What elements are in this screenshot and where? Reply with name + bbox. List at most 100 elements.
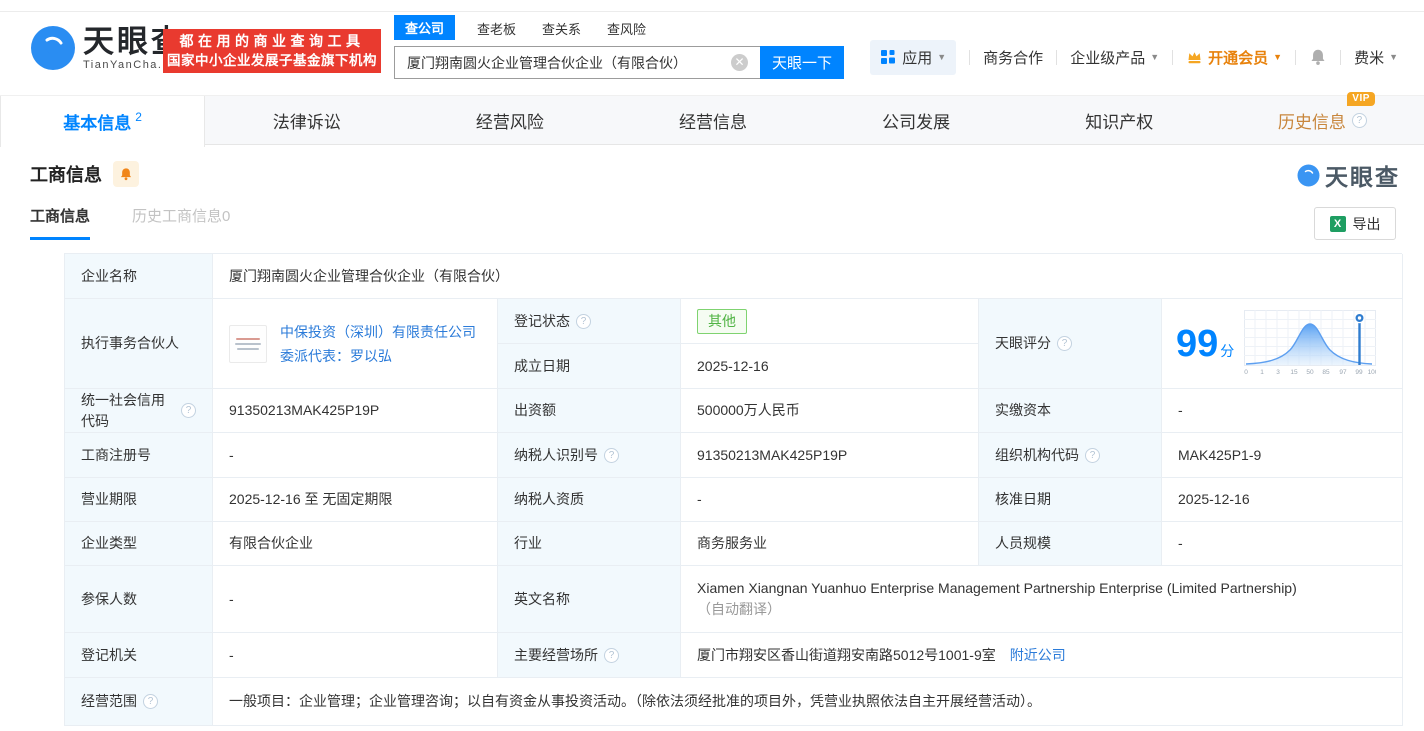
search-button[interactable]: 天眼一下 xyxy=(760,46,844,79)
field-credit-code-label: 统一社会信用代码 ? xyxy=(65,389,213,433)
partner-representative-link[interactable]: 委派代表：罗以弘 xyxy=(280,348,392,364)
score-distribution-chart: 0 1 3 15 50 85 97 99 100 xyxy=(1244,309,1377,376)
field-term-value: 2025-12-16 至 无固定期限 xyxy=(213,478,498,522)
partner-company-link[interactable]: 中保投资（深圳）有限责任公司 xyxy=(280,324,476,340)
tab-label: 经营风险 xyxy=(475,112,544,132)
field-taxpayer-quality-label: 纳税人资质 xyxy=(498,478,681,522)
clear-icon[interactable]: ✕ xyxy=(731,54,748,71)
field-company-name-label: 企业名称 xyxy=(65,254,213,299)
field-company-type-value: 有限合伙企业 xyxy=(213,522,498,566)
field-company-name-value: 厦门翔南圆火企业管理合伙企业（有限合伙） xyxy=(213,254,1403,299)
status-badge: 其他 xyxy=(697,308,747,334)
nav-open-vip[interactable]: 开通会员 ▼ xyxy=(1186,47,1282,68)
field-english-name-value: Xiamen Xiangnan Yuanhuo Enterprise Manag… xyxy=(681,566,1403,633)
svg-text:97: 97 xyxy=(1340,369,1348,376)
search-tab-risk[interactable]: 查风险 xyxy=(607,19,646,40)
search-tab-relation[interactable]: 查关系 xyxy=(542,19,581,40)
export-label: 导出 xyxy=(1352,215,1381,232)
divider xyxy=(1295,49,1297,65)
tab-label: 法律诉讼 xyxy=(272,112,341,132)
svg-text:0: 0 xyxy=(1244,369,1248,376)
tab-label: 基本信息 xyxy=(63,114,132,133)
field-reg-no-label: 工商注册号 xyxy=(65,433,213,478)
subtab-business-info[interactable]: 工商信息 xyxy=(30,205,91,240)
tab-operation-info[interactable]: 经营信息 xyxy=(611,96,814,144)
help-icon[interactable]: ? xyxy=(143,694,158,709)
field-company-type-label: 企业类型 xyxy=(65,522,213,566)
watermark-text: 天眼查 xyxy=(1325,164,1400,190)
apps-grid-icon xyxy=(881,50,896,64)
nearby-companies-link[interactable]: 附近公司 xyxy=(1010,645,1066,666)
company-tabs: 基本信息 2 法律诉讼 经营风险 经营信息 公司发展 知识产权 历史信息 VIP… xyxy=(0,91,1424,147)
help-icon[interactable]: ? xyxy=(1057,336,1072,351)
credit-code-label-text: 统一社会信用代码 xyxy=(81,391,165,429)
field-capital-value: 500000万人民币 xyxy=(681,389,979,433)
svg-text:50: 50 xyxy=(1307,369,1315,376)
chevron-down-icon: ▼ xyxy=(1150,52,1160,62)
help-icon[interactable]: ? xyxy=(181,403,196,418)
field-staff-size-value: - xyxy=(1162,522,1403,566)
field-score-value: 99 分 0 1 3 15 50 85 97 99 10 xyxy=(1162,299,1403,389)
monitor-bell-button[interactable] xyxy=(113,161,139,187)
field-industry-value: 商务服务业 xyxy=(681,522,979,566)
field-approve-date-label: 核准日期 xyxy=(979,478,1162,522)
svg-text:15: 15 xyxy=(1291,369,1299,376)
tianyancha-logo-icon xyxy=(31,26,75,70)
taxpayer-no-label-text: 纳税人识别号 xyxy=(514,446,598,463)
notification-bell-icon[interactable] xyxy=(1309,48,1327,66)
search-input[interactable] xyxy=(394,46,760,79)
apps-label: 应用 xyxy=(902,49,933,67)
tab-company-development[interactable]: 公司发展 xyxy=(815,96,1018,144)
top-edge-divider xyxy=(0,0,1424,12)
business-info-table: 企业名称 厦门翔南圆火企业管理合伙企业（有限合伙） 执行事务合伙人 中保投资（深… xyxy=(64,253,1403,726)
tab-basic-info[interactable]: 基本信息 2 xyxy=(0,96,206,147)
field-insured-label: 参保人数 xyxy=(65,566,213,633)
field-reg-status-value: 其他 xyxy=(681,299,979,344)
slogan-badge: 都在用的商业查询工具 国家中小企业发展子基金旗下机构 xyxy=(163,29,381,73)
field-executive-partner-value: 中保投资（深圳）有限责任公司 委派代表：罗以弘 xyxy=(213,299,498,389)
divider xyxy=(1172,49,1174,65)
org-code-label-text: 组织机构代码 xyxy=(995,446,1079,463)
tab-intellectual-property[interactable]: 知识产权 xyxy=(1018,96,1221,144)
crown-icon xyxy=(1188,52,1201,64)
vip-label: 开通会员 xyxy=(1208,49,1269,67)
divider xyxy=(1340,49,1342,65)
search-box: ✕ 天眼一下 xyxy=(394,46,844,79)
tab-operation-risk[interactable]: 经营风险 xyxy=(408,96,611,144)
help-icon[interactable]: ? xyxy=(576,313,591,329)
search-tab-company[interactable]: 查公司 xyxy=(394,15,456,40)
field-establish-date-value: 2025-12-16 xyxy=(681,344,979,389)
tab-label: 经营信息 xyxy=(678,112,747,132)
help-icon[interactable]: ? xyxy=(1085,447,1100,463)
user-menu[interactable]: 费米 ▼ xyxy=(1354,47,1398,68)
export-button[interactable]: X 导出 xyxy=(1314,207,1396,240)
field-org-code-label: 组织机构代码 ? xyxy=(979,433,1162,478)
svg-text:100: 100 xyxy=(1368,369,1376,376)
field-taxpayer-quality-value: - xyxy=(681,478,979,522)
section-title: 工商信息 xyxy=(30,165,102,185)
vip-badge: VIP xyxy=(1347,91,1375,106)
tab-history-info[interactable]: 历史信息 VIP ? xyxy=(1221,91,1424,144)
subtab-history-business-info[interactable]: 历史工商信息0 xyxy=(132,205,230,226)
tab-label: 公司发展 xyxy=(882,112,951,132)
field-executive-partner-label: 执行事务合伙人 xyxy=(65,299,213,389)
field-capital-label: 出资额 xyxy=(498,389,681,433)
partner-logo[interactable] xyxy=(229,324,267,363)
svg-text:3: 3 xyxy=(1276,369,1280,376)
field-premises-label: 主要经营场所 ? xyxy=(498,633,681,678)
section-subtabs: 工商信息 历史工商信息0 xyxy=(30,205,230,240)
nav-enterprise-products[interactable]: 企业级产品 ▼ xyxy=(1070,47,1159,68)
bell-icon xyxy=(120,168,132,181)
site-header: 天眼查 TianYanCha.com 都在用的商业查询工具 国家中小企业发展子基… xyxy=(0,12,1424,95)
help-icon[interactable]: ? xyxy=(604,647,619,663)
field-reg-status-label: 登记状态 ? xyxy=(498,299,681,344)
tab-legal-proceedings[interactable]: 法律诉讼 xyxy=(205,96,408,144)
search-tab-boss[interactable]: 查老板 xyxy=(477,19,516,40)
field-establish-date-label: 成立日期 xyxy=(498,344,681,389)
apps-menu[interactable]: 应用 ▼ xyxy=(870,39,957,75)
premises-label-text: 主要经营场所 xyxy=(514,646,598,663)
help-icon[interactable]: ? xyxy=(604,447,619,463)
nav-cooperation[interactable]: 商务合作 xyxy=(983,47,1043,68)
svg-text:1: 1 xyxy=(1260,369,1264,376)
help-icon[interactable]: ? xyxy=(1351,112,1367,128)
